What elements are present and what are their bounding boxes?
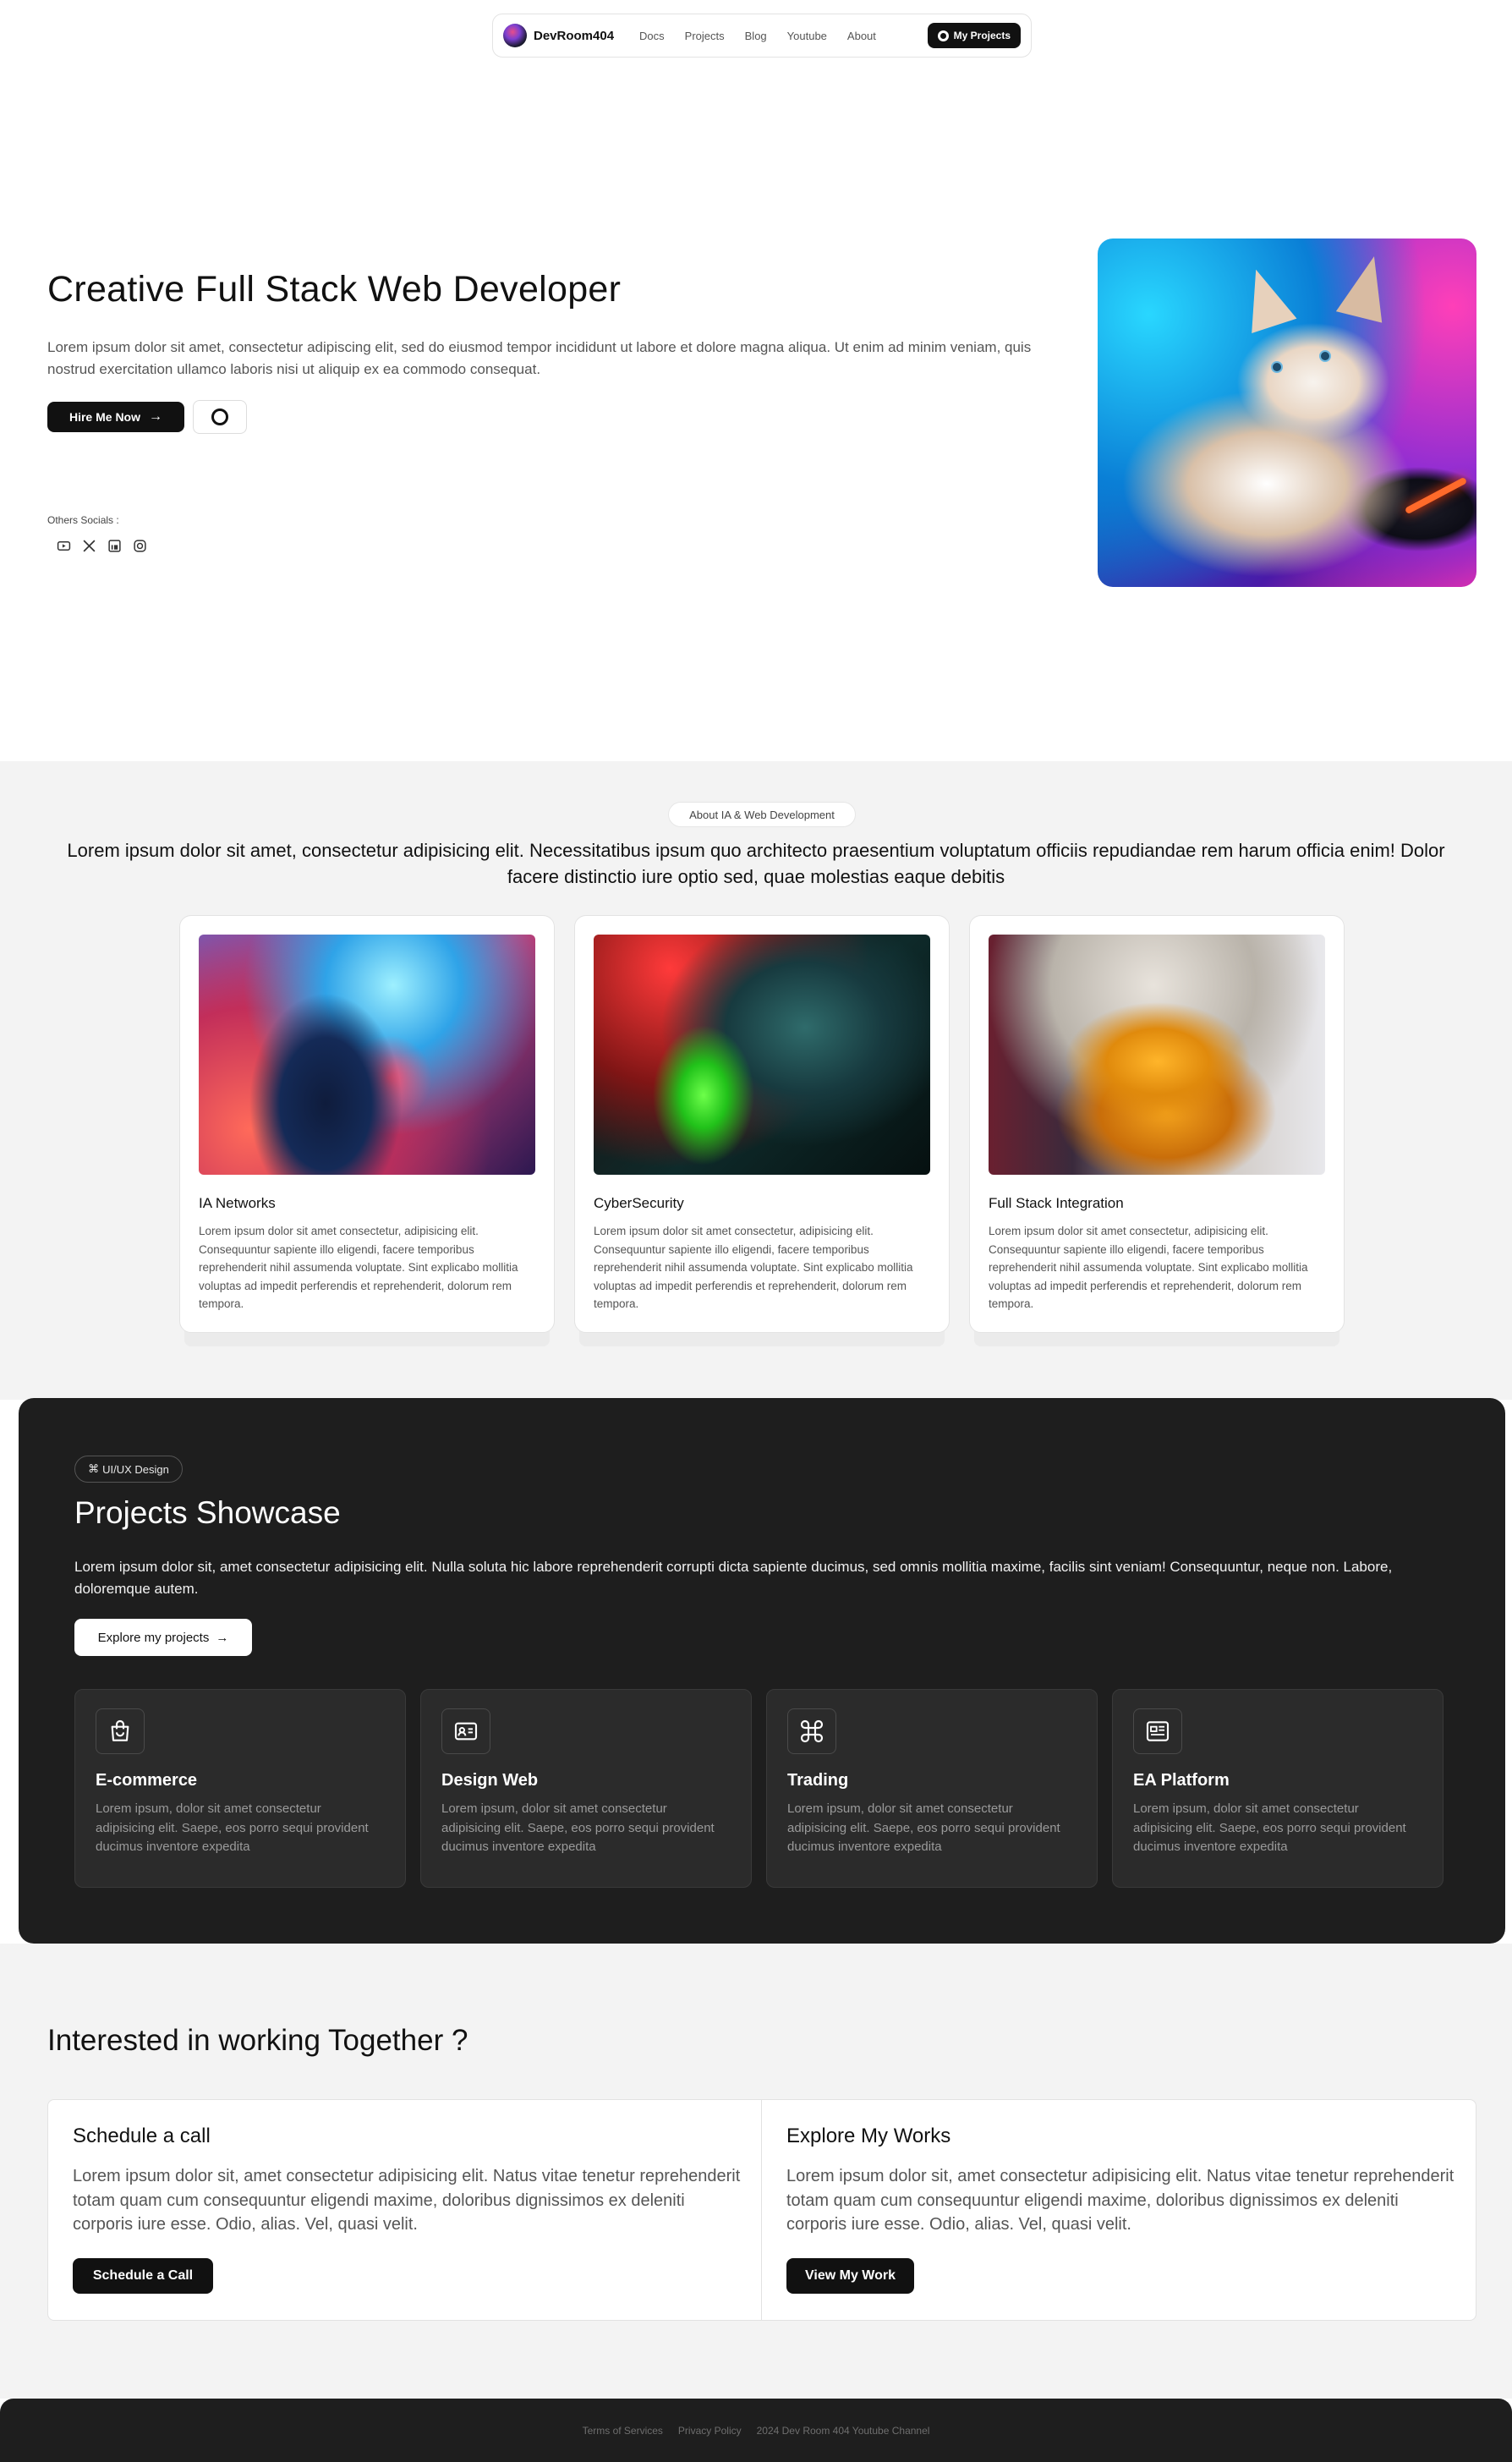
arrow-right-icon: → bbox=[149, 409, 162, 424]
footer-copyright: 2024 Dev Room 404 Youtube Channel bbox=[756, 2424, 930, 2437]
shopping-bag-icon bbox=[96, 1708, 145, 1754]
my-projects-label: My Projects bbox=[953, 30, 1011, 41]
project-description: Lorem ipsum, dolor sit amet consectetur … bbox=[96, 1801, 369, 1854]
schedule-description: Lorem ipsum dolor sit, amet consectetur … bbox=[73, 2167, 741, 2234]
nav-link-blog[interactable]: Blog bbox=[745, 30, 767, 42]
youtube-icon[interactable] bbox=[56, 538, 71, 553]
command-icon: ⌘ bbox=[88, 1462, 100, 1475]
card-image bbox=[594, 935, 930, 1175]
explore-label: Explore my projects bbox=[97, 1630, 210, 1645]
projects-tag-label: UI/UX Design bbox=[102, 1462, 169, 1476]
news-icon bbox=[1133, 1708, 1182, 1754]
projects-tag: ⌘ UI/UX Design bbox=[74, 1456, 183, 1483]
schedule-title: Schedule a call bbox=[73, 2125, 211, 2147]
project-card[interactable]: Design Web Lorem ipsum, dolor sit amet c… bbox=[420, 1689, 752, 1888]
my-projects-button[interactable]: My Projects bbox=[927, 23, 1021, 48]
brand[interactable]: DevRoom404 bbox=[503, 24, 614, 47]
schedule-call-button[interactable]: Schedule a Call bbox=[73, 2258, 213, 2294]
project-card[interactable]: E-commerce Lorem ipsum, dolor sit amet c… bbox=[74, 1689, 406, 1888]
projects-title: Projects Showcase bbox=[74, 1495, 341, 1530]
about-text: Lorem ipsum dolor sit amet, consectetur … bbox=[67, 840, 1445, 887]
linkedin-icon[interactable] bbox=[107, 538, 122, 553]
card-description: Lorem ipsum dolor sit amet consectetur, … bbox=[594, 1225, 913, 1310]
hero-cat-image bbox=[1098, 239, 1476, 587]
explore-projects-button[interactable]: Explore my projects → bbox=[74, 1619, 252, 1656]
top-navbar: DevRoom404 Docs Projects Blog Youtube Ab… bbox=[492, 14, 1032, 58]
feature-card[interactable]: Full Stack Integration Lorem ipsum dolor… bbox=[969, 915, 1345, 1333]
social-links bbox=[56, 538, 147, 553]
footer: Terms of Services Privacy Policy 2024 De… bbox=[0, 2399, 1512, 2462]
card-title: CyberSecurity bbox=[594, 1195, 684, 1211]
nav-links: Docs Projects Blog Youtube About bbox=[639, 30, 876, 42]
hero-title: Creative Full Stack Web Developer bbox=[47, 269, 622, 310]
footer-privacy-link[interactable]: Privacy Policy bbox=[678, 2425, 742, 2437]
divider bbox=[761, 2099, 762, 2321]
card-description: Lorem ipsum dolor sit amet consectetur, … bbox=[199, 1225, 518, 1310]
collab-title: Interested in working Together ? bbox=[47, 2024, 468, 2057]
feature-card[interactable]: IA Networks Lorem ipsum dolor sit amet c… bbox=[179, 915, 555, 1333]
about-tag: About IA & Web Development bbox=[668, 802, 856, 827]
projects-description: Lorem ipsum dolor sit, amet consectetur … bbox=[74, 1559, 1393, 1597]
project-title: E-commerce bbox=[96, 1771, 198, 1790]
hire-me-label: Hire Me Now bbox=[68, 410, 140, 424]
nav-link-docs[interactable]: Docs bbox=[639, 30, 665, 42]
footer-terms-link[interactable]: Terms of Services bbox=[583, 2425, 663, 2437]
id-card-icon bbox=[441, 1708, 490, 1754]
card-image bbox=[199, 935, 535, 1175]
socials-label: Others Socials : bbox=[47, 514, 119, 526]
hero-description: Lorem ipsum dolor sit amet, consectetur … bbox=[47, 339, 1032, 377]
project-card[interactable]: Trading Lorem ipsum, dolor sit amet cons… bbox=[766, 1689, 1098, 1888]
card-image bbox=[989, 935, 1325, 1175]
card-description: Lorem ipsum dolor sit amet consectetur, … bbox=[989, 1225, 1308, 1310]
project-title: EA Platform bbox=[1133, 1771, 1230, 1790]
hire-me-button[interactable]: Hire Me Now → bbox=[47, 402, 184, 432]
nav-link-youtube[interactable]: Youtube bbox=[787, 30, 827, 42]
project-title: Trading bbox=[787, 1771, 849, 1790]
instagram-icon[interactable] bbox=[132, 538, 147, 553]
nav-link-projects[interactable]: Projects bbox=[685, 30, 725, 42]
project-card[interactable]: EA Platform Lorem ipsum, dolor sit amet … bbox=[1112, 1689, 1444, 1888]
github-icon bbox=[937, 30, 949, 41]
project-title: Design Web bbox=[441, 1771, 539, 1790]
github-button[interactable] bbox=[193, 400, 247, 434]
brand-name: DevRoom404 bbox=[534, 28, 615, 43]
feature-card[interactable]: CyberSecurity Lorem ipsum dolor sit amet… bbox=[574, 915, 950, 1333]
command-icon bbox=[787, 1708, 836, 1754]
brand-logo bbox=[503, 24, 527, 47]
github-icon bbox=[211, 409, 228, 425]
project-description: Lorem ipsum, dolor sit amet consectetur … bbox=[1133, 1801, 1406, 1854]
nav-link-about[interactable]: About bbox=[847, 30, 876, 42]
x-icon[interactable] bbox=[81, 538, 96, 553]
view-my-work-button[interactable]: View My Work bbox=[786, 2258, 914, 2294]
explore-works-title: Explore My Works bbox=[786, 2125, 951, 2147]
explore-works-description: Lorem ipsum dolor sit, amet consectetur … bbox=[786, 2167, 1454, 2234]
project-description: Lorem ipsum, dolor sit amet consectetur … bbox=[787, 1801, 1060, 1854]
arrow-right-icon: → bbox=[216, 1630, 229, 1645]
card-title: Full Stack Integration bbox=[989, 1195, 1124, 1211]
card-title: IA Networks bbox=[199, 1195, 276, 1211]
project-description: Lorem ipsum, dolor sit amet consectetur … bbox=[441, 1801, 715, 1854]
